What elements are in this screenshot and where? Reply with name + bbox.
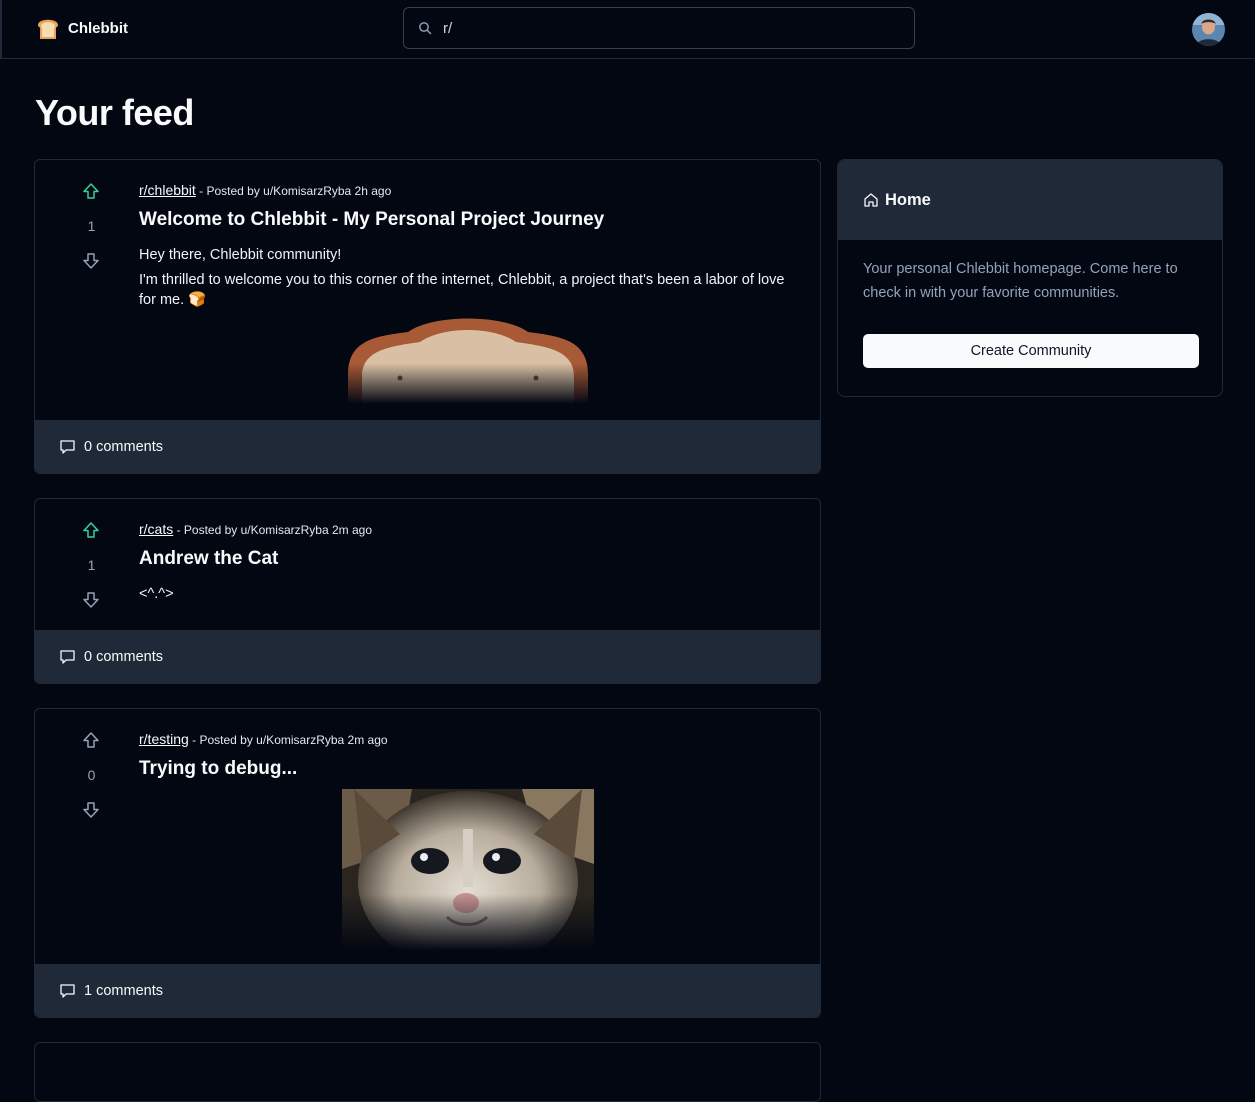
downvote-arrow-icon[interactable] — [82, 801, 100, 819]
post-card[interactable]: 1 r/cats - Posted by u/KomisarzRyba 2m a… — [34, 498, 821, 684]
bread-icon — [38, 19, 58, 39]
sidebar-header: Home — [838, 160, 1222, 240]
post-body-line: Hey there, Chlebbit community! — [139, 247, 342, 263]
create-community-button[interactable]: Create Community — [863, 334, 1199, 368]
brand-link[interactable]: Chlebbit — [35, 15, 128, 41]
comments-link[interactable]: 0 comments — [35, 630, 820, 683]
user-avatar[interactable] — [1192, 13, 1225, 46]
downvote-arrow-icon[interactable] — [82, 252, 100, 270]
comments-count: 0 comments — [84, 438, 163, 455]
home-icon — [864, 193, 878, 207]
search-input[interactable] — [441, 18, 881, 38]
post-meta: r/cats - Posted by u/KomisarzRyba 2m ago — [139, 520, 790, 538]
post-image-crying-cat — [342, 789, 594, 971]
bread-illustration-icon — [348, 318, 588, 404]
top-navbar: Chlebbit — [0, 0, 1255, 59]
comments-count: 0 comments — [84, 648, 163, 665]
sidebar-title: Home — [885, 190, 931, 209]
comment-icon — [60, 984, 75, 998]
post-meta: r/chlebbit - Posted by u/KomisarzRyba 2h… — [139, 181, 790, 199]
post-meta: r/testing - Posted by u/KomisarzRyba 2m … — [139, 730, 790, 748]
post-image-bread — [348, 314, 588, 404]
vote-count: 1 — [87, 218, 96, 234]
post-author-time: - Posted by u/KomisarzRyba 2m ago — [173, 523, 372, 537]
comments-link[interactable]: 1 comments — [35, 964, 820, 1017]
subreddit-link[interactable]: r/cats — [139, 521, 173, 537]
post-author-time: - Posted by u/KomisarzRyba 2m ago — [188, 733, 388, 747]
post-body-line: I'm thrilled to welcome you to this corn… — [139, 272, 785, 308]
post-author-time: - Posted by u/KomisarzRyba 2h ago — [195, 184, 392, 198]
page-title: Your feed — [35, 92, 194, 133]
post-title[interactable]: Trying to debug... — [139, 758, 790, 780]
home-sidebar: Home Your personal Chlebbit homepage. Co… — [837, 159, 1223, 397]
user-avatar-icon — [1192, 13, 1225, 46]
brand-name: Chlebbit — [68, 19, 128, 37]
upvote-arrow-icon[interactable] — [82, 521, 100, 539]
comments-link[interactable]: 0 comments — [35, 420, 820, 473]
post-card[interactable] — [34, 1042, 821, 1102]
post-title[interactable]: Welcome to Chlebbit - My Personal Projec… — [139, 209, 790, 231]
downvote-arrow-icon[interactable] — [82, 591, 100, 609]
upvote-arrow-icon[interactable] — [82, 731, 100, 749]
post-title[interactable]: Andrew the Cat — [139, 548, 790, 570]
search-bar[interactable] — [403, 7, 915, 49]
vote-count: 1 — [87, 557, 96, 573]
comment-icon — [60, 440, 75, 454]
search-icon — [419, 22, 432, 35]
comments-count: 1 comments — [84, 982, 163, 999]
post-card[interactable]: 0 r/testing - Posted by u/KomisarzRyba 2… — [34, 708, 821, 1018]
vote-count: 0 — [87, 767, 96, 783]
comment-icon — [60, 650, 75, 664]
subreddit-link[interactable]: r/testing — [139, 731, 189, 747]
subreddit-link[interactable]: r/chlebbit — [139, 182, 196, 198]
post-card[interactable]: 1 r/chlebbit - Posted by u/KomisarzRyba … — [34, 159, 821, 474]
upvote-arrow-icon[interactable] — [82, 182, 100, 200]
sidebar-description: Your personal Chlebbit homepage. Come he… — [863, 261, 1178, 301]
post-body-line: <^.^> — [139, 586, 174, 602]
crying-cat-icon — [342, 789, 594, 971]
